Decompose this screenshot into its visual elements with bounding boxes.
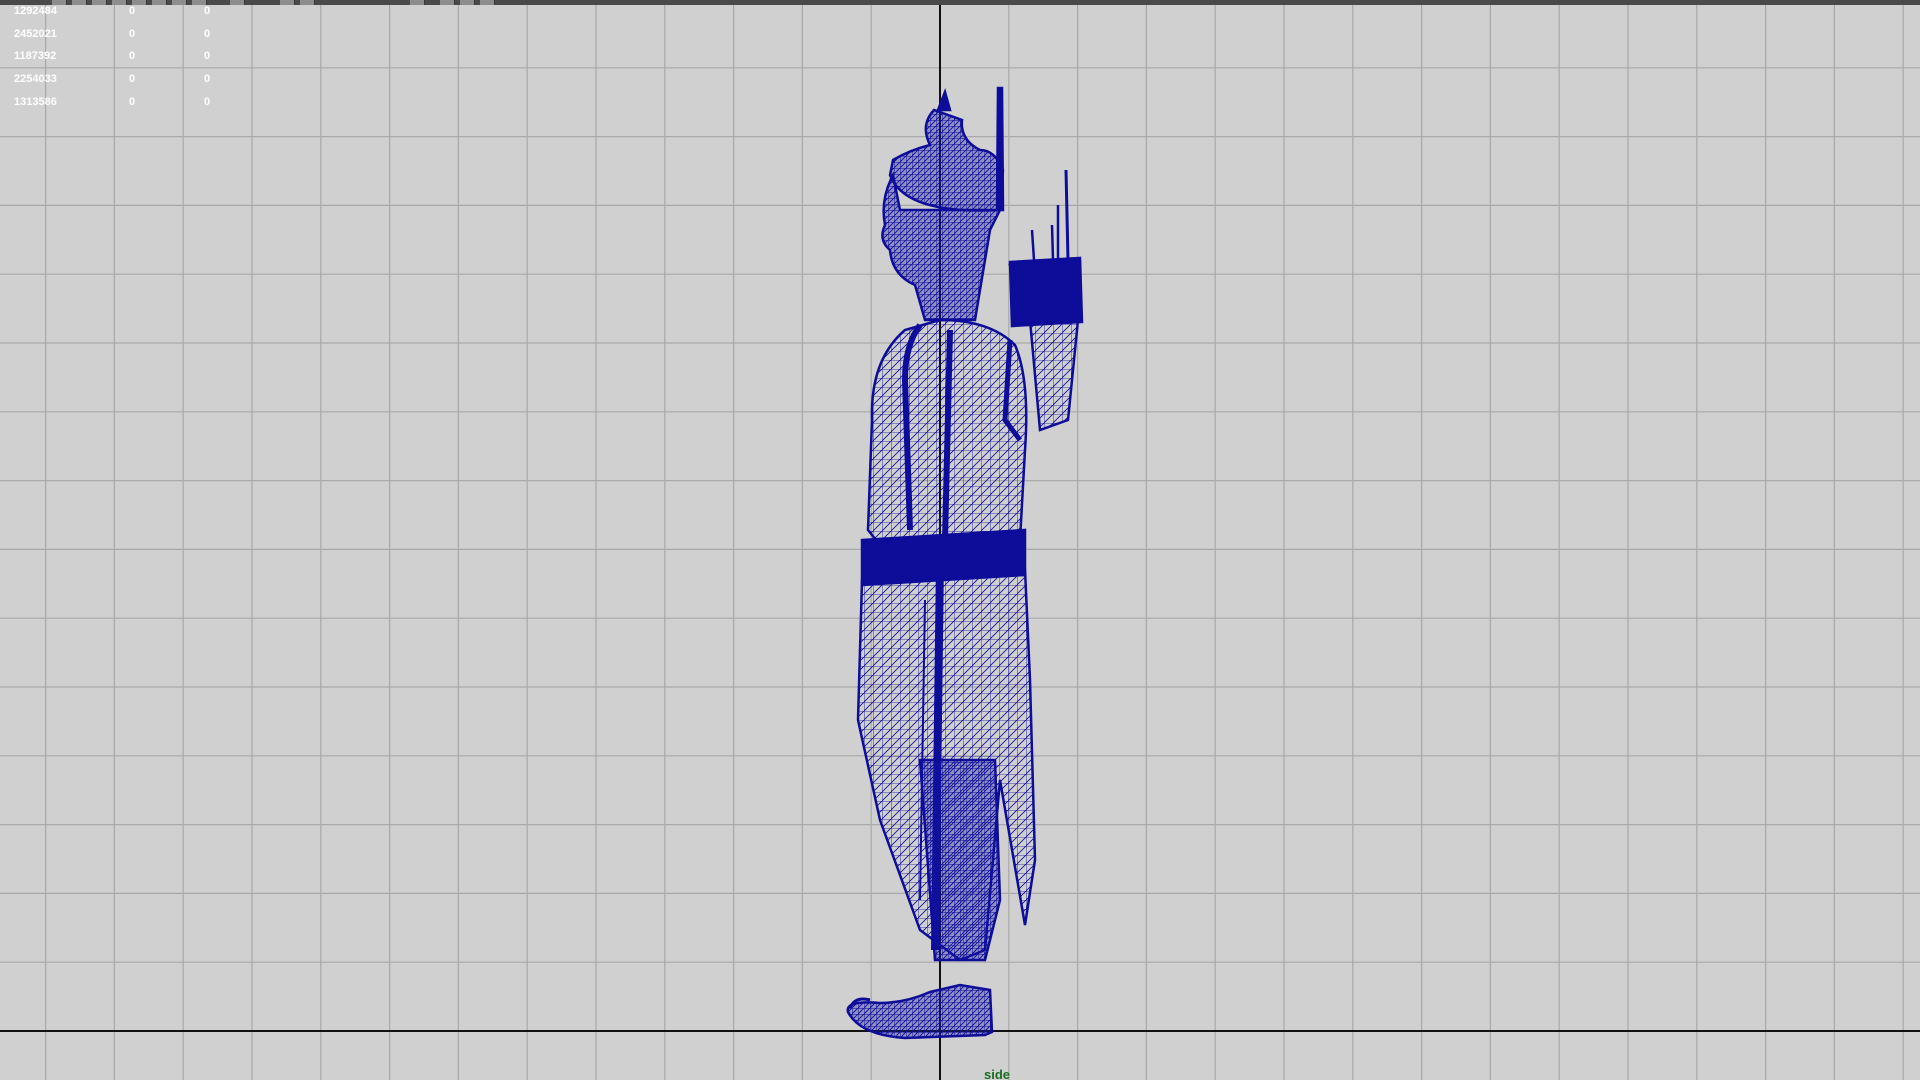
warrior-wireframe-model[interactable] <box>0 0 1920 1080</box>
toolbar-button[interactable] <box>72 0 87 5</box>
hud-col2: 0 <box>129 73 136 86</box>
toolbar-button[interactable] <box>300 0 315 5</box>
hud-col3: 0 <box>204 95 211 108</box>
staff <box>995 86 1005 212</box>
camera-label: side <box>984 1067 1011 1080</box>
hud-col3: 0 <box>204 50 211 63</box>
toolbar-button[interactable] <box>280 0 295 5</box>
panel-toolbar <box>0 0 1920 5</box>
hud-col3: 0 <box>204 27 211 40</box>
hud-value: 1313586 <box>14 95 57 108</box>
hud-value: 1292484 <box>14 5 57 17</box>
toolbar-button[interactable] <box>410 0 425 5</box>
hud-value: 2254033 <box>14 73 57 86</box>
toolbar-button[interactable] <box>52 0 67 5</box>
hud-col2: 0 <box>129 95 136 108</box>
legs <box>918 758 1002 962</box>
hud-col3: 0 <box>204 5 211 17</box>
toolbar-button[interactable] <box>192 0 207 5</box>
foot <box>846 983 994 1040</box>
toolbar-button[interactable] <box>172 0 187 5</box>
hud-col3: 0 <box>204 73 211 86</box>
quiver-top <box>1008 256 1084 328</box>
toolbar-button[interactable] <box>480 0 495 5</box>
toolbar-button[interactable] <box>132 0 147 5</box>
hud-value: 2452021 <box>14 27 57 40</box>
toolbar-button[interactable] <box>440 0 455 5</box>
hud-col2: 0 <box>129 5 136 17</box>
hud-col2: 0 <box>129 27 136 40</box>
crown-spire <box>936 88 952 112</box>
crown <box>888 108 1005 212</box>
toolbar-button[interactable] <box>92 0 107 5</box>
toolbar-button[interactable] <box>230 0 245 5</box>
toolbar-button[interactable] <box>152 0 167 5</box>
hud-col2: 0 <box>129 50 136 63</box>
toolbar-button[interactable] <box>112 0 127 5</box>
toolbar-button[interactable] <box>460 0 475 5</box>
hud-value: 1187392 <box>14 50 57 63</box>
side-viewport[interactable]: 1292484 0 0 2452021 0 0 1187392 0 0 2254… <box>0 0 1920 1080</box>
